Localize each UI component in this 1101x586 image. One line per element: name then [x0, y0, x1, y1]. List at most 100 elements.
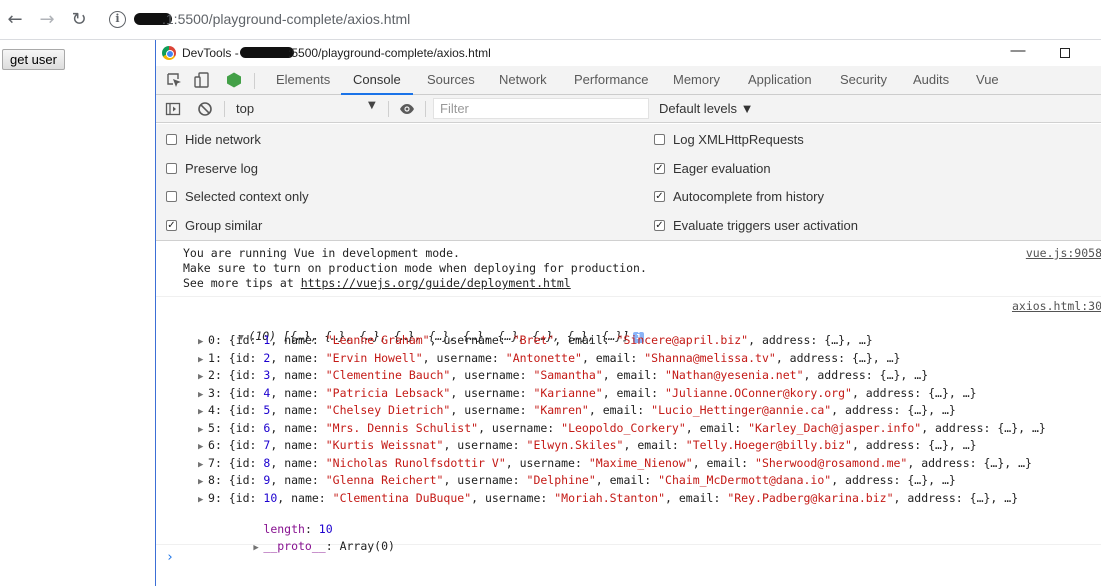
- tab-application[interactable]: Application: [748, 66, 812, 95]
- forward-arrow-icon[interactable]: →: [36, 9, 58, 31]
- maximize-button[interactable]: [1052, 43, 1078, 63]
- array-item-row[interactable]: ▶ 6: {id: 7, name: "Kurtis Weissnat", use…: [198, 438, 977, 452]
- message-text: See more tips at: [183, 276, 301, 290]
- array-item-row[interactable]: ▶ 4: {id: 5, name: "Chelsey Dietrich", us…: [198, 403, 956, 417]
- toolbar-separator: [388, 101, 389, 117]
- tab-network[interactable]: Network: [499, 66, 547, 95]
- item-index: 8: [208, 473, 215, 487]
- item-username: "Samantha": [533, 368, 603, 382]
- expand-triangle-icon[interactable]: ▶: [198, 477, 208, 487]
- expand-triangle-icon[interactable]: ▶: [198, 372, 208, 382]
- array-item-row[interactable]: ▶ 0: {id: 1, name: "Leanne Graham", usern…: [198, 333, 873, 347]
- checkbox[interactable]: [166, 134, 177, 145]
- item-email: "Sincere@april.biz": [616, 333, 749, 347]
- checkbox[interactable]: [166, 191, 177, 202]
- expand-triangle-icon[interactable]: ▶: [198, 355, 208, 365]
- toolbar-separator: [224, 101, 225, 117]
- checkbox[interactable]: [166, 163, 177, 174]
- tab-memory[interactable]: Memory: [673, 66, 720, 95]
- item-email: "Chaim_McDermott@dana.io": [658, 473, 832, 487]
- address-bar[interactable]: .1:5500/playground-complete/axios.html: [134, 11, 410, 27]
- expand-triangle-icon[interactable]: ▶: [198, 390, 208, 400]
- checkbox[interactable]: [654, 134, 665, 145]
- reload-icon[interactable]: ↻: [68, 9, 90, 31]
- item-index: 6: [208, 438, 215, 452]
- sidebar-toggle-icon[interactable]: [165, 101, 181, 117]
- expand-triangle-icon[interactable]: ▶: [253, 543, 263, 553]
- item-email: "Rey.Padberg@karina.biz": [727, 490, 894, 505]
- dropdown-arrow-icon[interactable]: ▼: [368, 100, 376, 111]
- array-item-row[interactable]: ▶ 2: {id: 3, name: "Clementine Bauch", us…: [198, 368, 928, 382]
- checkbox-checked[interactable]: ✓: [166, 220, 177, 231]
- setting-label: Autocomplete from history: [673, 189, 825, 204]
- checkbox-checked[interactable]: ✓: [654, 191, 665, 202]
- console-message-axios: axios.html:30 ▼ (10) [{…}, {…}, {…}, {…},…: [156, 297, 1101, 553]
- devtools-window: DevTools - :5500/playground-complete/axi…: [155, 40, 1101, 586]
- context-selector[interactable]: top: [236, 101, 254, 116]
- item-username: "Kamren": [533, 403, 589, 417]
- array-item-row[interactable]: ▶ 1: {id: 2, name: "Ervin Howell", userna…: [198, 351, 900, 365]
- array-item-row[interactable]: ▶ 3: {id: 4, name: "Patricia Lebsack", us…: [198, 386, 977, 400]
- item-name: "Kurtis Weissnat": [325, 438, 444, 452]
- inspect-element-icon[interactable]: [166, 72, 182, 88]
- devtools-titlebar: DevTools - :5500/playground-complete/axi…: [156, 40, 1101, 66]
- clear-console-icon[interactable]: [197, 101, 213, 117]
- tab-audits[interactable]: Audits: [913, 66, 949, 95]
- proto-row[interactable]: ▶ __proto__: Array(0): [198, 525, 395, 567]
- item-name: "Clementine Bauch": [325, 368, 451, 382]
- expand-triangle-icon[interactable]: ▶: [198, 495, 208, 505]
- console-filter-input[interactable]: [433, 98, 649, 119]
- minimize-button[interactable]: —: [1005, 43, 1031, 63]
- setting-label: Hide network: [185, 132, 261, 147]
- tab-security[interactable]: Security: [840, 66, 887, 95]
- message-line: Make sure to turn on production mode whe…: [183, 261, 647, 275]
- expand-triangle-icon[interactable]: ▶: [198, 337, 208, 347]
- item-index: 5: [208, 420, 215, 435]
- tab-console[interactable]: Console: [341, 66, 413, 95]
- array-item-row[interactable]: ▶ 9: {id: 10, name: "Clementina DuBuque",…: [198, 491, 1018, 505]
- checkbox-checked[interactable]: ✓: [654, 163, 665, 174]
- source-link-axios[interactable]: axios.html:30: [1012, 299, 1101, 313]
- checkbox-checked[interactable]: ✓: [654, 220, 665, 231]
- source-link-vue[interactable]: vue.js:9058: [1026, 246, 1101, 260]
- toolbar-separator: [425, 101, 426, 117]
- item-index: 9: [208, 490, 215, 505]
- item-name: "Ervin Howell": [325, 350, 423, 365]
- deployment-guide-link[interactable]: https://vuejs.org/guide/deployment.html: [301, 276, 571, 290]
- tab-performance[interactable]: Performance: [574, 66, 648, 95]
- browser-toolbar: ← → ↻ i .1:5500/playground-complete/axio…: [0, 0, 1101, 40]
- node-hexagon-icon[interactable]: [226, 72, 242, 88]
- setting-label: Preserve log: [185, 161, 258, 176]
- get-user-button[interactable]: get user: [2, 49, 65, 70]
- setting-label: Group similar: [185, 218, 263, 233]
- tab-elements[interactable]: Elements: [276, 66, 330, 95]
- array-item-row[interactable]: ▶ 8: {id: 9, name: "Glenna Reichert", use…: [198, 473, 956, 487]
- info-icon[interactable]: i: [109, 11, 126, 28]
- proto-value: Array(0): [339, 539, 395, 553]
- back-arrow-icon[interactable]: ←: [4, 9, 26, 31]
- setting-label: Selected context only: [185, 189, 309, 204]
- item-username: "Maxime_Nienow": [588, 455, 693, 470]
- expand-triangle-icon[interactable]: ▶: [198, 442, 208, 452]
- live-expression-eye-icon[interactable]: [399, 101, 415, 117]
- devtools-tabbar: Elements Console Sources Network Perform…: [156, 66, 1101, 95]
- array-item-row[interactable]: ▶ 7: {id: 8, name: "Nicholas Runolfsdotti…: [198, 456, 1032, 470]
- tab-vue[interactable]: Vue: [976, 66, 999, 95]
- expand-triangle-icon[interactable]: ▶: [198, 460, 208, 470]
- log-levels-dropdown[interactable]: Default levels ▼: [659, 101, 754, 116]
- item-email: "Lucio_Hettinger@annie.ca": [651, 403, 832, 417]
- expand-triangle-icon[interactable]: ▶: [198, 407, 208, 417]
- console-settings-panel: Hide network Preserve log Selected conte…: [156, 124, 1101, 241]
- item-email: "Shanna@melissa.tv": [644, 350, 776, 365]
- console-prompt[interactable]: ›: [166, 550, 174, 565]
- item-email: "Karley_Dach@jasper.info": [748, 420, 922, 435]
- device-toolbar-icon[interactable]: [194, 72, 210, 88]
- message-line: You are running Vue in development mode.: [183, 246, 460, 260]
- item-name: "Patricia Lebsack": [325, 385, 451, 400]
- tab-sources[interactable]: Sources: [427, 66, 475, 95]
- toolbar-separator: [254, 73, 255, 89]
- array-item-row[interactable]: ▶ 5: {id: 6, name: "Mrs. Dennis Schulist"…: [198, 421, 1046, 435]
- item-email: "Sherwood@rosamond.me": [755, 455, 908, 470]
- expand-triangle-icon[interactable]: ▶: [198, 425, 208, 435]
- item-index: 3: [208, 385, 215, 400]
